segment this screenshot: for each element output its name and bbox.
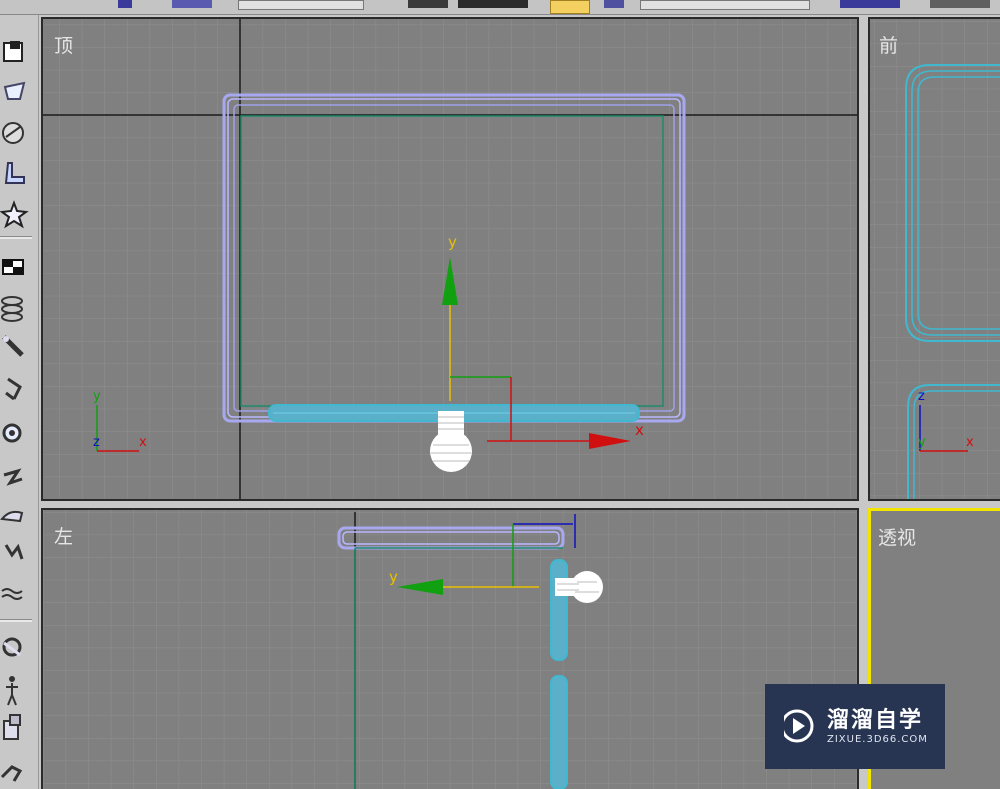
gear-icon[interactable]: [2, 423, 22, 443]
toolbar-icon-6[interactable]: [840, 0, 900, 8]
viewport-front-grid: [870, 19, 1000, 499]
viewport-left[interactable]: 左 y: [41, 508, 859, 789]
cloud-icon[interactable]: [0, 510, 24, 523]
viewport-left-grid: [43, 510, 857, 789]
gizmo-x-label: x: [635, 421, 644, 439]
toolbar-icon-7[interactable]: [930, 0, 990, 8]
viewport-top[interactable]: 顶 y x y z x: [41, 17, 859, 501]
cube-stack-icon[interactable]: [3, 714, 21, 740]
pattern-icon[interactable]: [2, 259, 24, 275]
viewport-top-label[interactable]: 顶: [54, 31, 73, 58]
main-toolbar: [0, 0, 1000, 15]
watermark-subtitle: ZIXUE.3D66.COM: [827, 734, 928, 745]
tool-icon[interactable]: [0, 765, 23, 782]
toolbar-field[interactable]: [238, 0, 364, 10]
teapot-icon[interactable]: [3, 81, 26, 100]
front-tripod-z-label: z: [918, 389, 925, 404]
front-tripod-x-label: x: [966, 435, 974, 450]
viewport-top-grid: [43, 19, 857, 499]
viewport-front[interactable]: 前 z y x: [868, 17, 1000, 501]
figure-icon[interactable]: [6, 676, 18, 706]
jump-icon[interactable]: [4, 543, 24, 560]
tripod-x-label: x: [139, 435, 147, 450]
sidebar-separator: [0, 236, 32, 239]
sidebar-icons: [0, 41, 29, 782]
front-tripod-y-label: y: [918, 435, 926, 450]
toolbar-icon-4[interactable]: [458, 0, 528, 8]
wave-icon[interactable]: [1, 588, 23, 600]
toolbar-field-2[interactable]: [640, 0, 810, 10]
viewport-front-label[interactable]: 前: [879, 31, 898, 58]
bolt-icon[interactable]: [3, 468, 23, 486]
tripod-y-label: y: [93, 389, 101, 404]
rings-icon[interactable]: [1, 296, 23, 322]
gizmo-y-label: y: [448, 233, 457, 251]
box-icon[interactable]: [3, 41, 23, 62]
boot-icon[interactable]: [4, 162, 25, 184]
toolbar-icon-5[interactable]: [604, 0, 624, 8]
sidebar-separator: [0, 619, 32, 622]
snap-toggle-button[interactable]: [550, 0, 590, 14]
watermark-logo: 溜溜自学 ZIXUE.3D66.COM: [765, 684, 945, 769]
lamp-icon[interactable]: [5, 377, 22, 401]
toolbar-icon-3[interactable]: [408, 0, 448, 8]
knot-icon[interactable]: [2, 637, 22, 657]
left-toolbar: [0, 15, 39, 789]
star-icon[interactable]: [0, 200, 29, 229]
tripod-z-label: z: [93, 435, 100, 450]
wrench-icon[interactable]: [2, 335, 24, 357]
watermark-title: 溜溜自学: [827, 708, 924, 733]
toolbar-icon-2[interactable]: [172, 0, 212, 8]
toolbar-icon-1[interactable]: [118, 0, 132, 8]
viewport-left-label[interactable]: 左: [54, 522, 73, 549]
play-logo-icon: [778, 709, 814, 743]
left-gizmo-y-label: y: [389, 568, 398, 586]
viewport-perspective-label[interactable]: 透视: [878, 523, 916, 550]
sphere-icon[interactable]: [2, 122, 24, 144]
